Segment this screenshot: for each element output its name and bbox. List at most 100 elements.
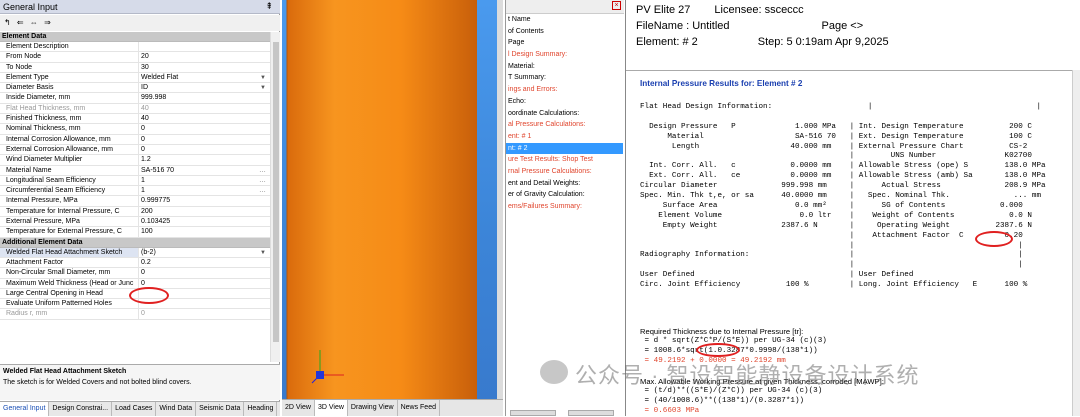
report-list-item[interactable]: ent: # 1 (506, 131, 623, 143)
tab-design-constrai[interactable]: Design Constrai... (49, 402, 113, 416)
pin-icon[interactable]: ⇞ (265, 1, 273, 12)
close-icon[interactable]: × (612, 1, 621, 10)
property-value[interactable]: 0 (139, 145, 270, 154)
property-value[interactable]: 30 (139, 63, 270, 72)
property-row[interactable]: Circumferential Seam Efficiency 1… (0, 186, 270, 197)
browse-icon[interactable]: … (259, 186, 266, 195)
property-label: Radius r, mm (0, 309, 139, 319)
property-row[interactable]: Element Type Welded Flat ▼ (0, 72, 270, 84)
property-row[interactable]: Internal Pressure, MPa 0.999775 (0, 196, 270, 207)
property-value[interactable]: 0.2 (139, 258, 270, 267)
property-value[interactable]: 200 (139, 207, 270, 216)
element-nav-toolbar[interactable]: ↰ ⇐ ⇔ ⇒ (0, 15, 280, 31)
report-scrollbar[interactable] (1072, 70, 1080, 416)
property-value-text: 40 (141, 115, 149, 123)
browse-icon[interactable]: … (259, 176, 266, 185)
tree-button-right[interactable] (568, 410, 614, 416)
property-value[interactable]: (b-2) ▼ (139, 248, 270, 257)
report-list-item[interactable]: ent and Detail Weights: (506, 178, 623, 190)
property-row[interactable]: Welded Flat Head Attachment Sketch (b-2) ▼ (0, 247, 270, 258)
report-list-item[interactable]: nt: # 2 (506, 142, 623, 155)
property-row[interactable]: Flat Head Thickness, mm 40 (0, 103, 270, 115)
property-value[interactable]: ID ▼ (139, 83, 270, 92)
property-value[interactable]: Welded Flat ▼ (139, 73, 270, 82)
browse-icon[interactable]: … (259, 166, 266, 175)
property-value[interactable]: 40 (139, 114, 270, 123)
report-list-item[interactable]: rnal Pressure Calculations: (506, 166, 623, 178)
report-list-item[interactable]: Echo: (506, 96, 623, 108)
property-row[interactable]: Attachment Factor 0.2 (0, 257, 270, 269)
report-list-item[interactable]: oordinate Calculations: (506, 108, 623, 120)
dropdown-arrow-icon[interactable]: ▼ (260, 73, 266, 82)
view-scrollbar[interactable] (497, 0, 503, 399)
property-value[interactable]: 1… (139, 176, 270, 185)
tab-seismic-data[interactable]: Seismic Data (196, 402, 245, 416)
report-list-item[interactable]: ure Test Results: Shop Test (506, 154, 623, 166)
property-value[interactable]: 0 (139, 309, 270, 318)
property-row[interactable]: Finished Thickness, mm 40 (0, 114, 270, 125)
property-row[interactable]: Diameter Basis ID ▼ (0, 83, 270, 94)
property-value[interactable]: 100 (139, 227, 270, 236)
property-value[interactable]: 0 (139, 124, 270, 133)
property-row[interactable]: Maximum Weld Thickness (Head or Junc 0 (0, 278, 270, 289)
property-row[interactable]: External Corrosion Allowance, mm 0 (0, 144, 270, 156)
property-row[interactable]: Non-Circular Small Diameter, mm 0 (0, 268, 270, 279)
property-value[interactable]: 0.999775 (139, 196, 270, 205)
report-list-item[interactable]: al Pressure Calculations: (506, 119, 623, 131)
property-value[interactable] (139, 42, 270, 51)
tree-header: × (506, 0, 624, 14)
property-row[interactable]: Internal Corrosion Allowance, mm 0 (0, 134, 270, 145)
property-value[interactable]: 20 (139, 52, 270, 61)
report-list-item[interactable]: Material: (506, 61, 623, 73)
report-list-item[interactable]: t Name (506, 14, 623, 26)
property-row[interactable]: Radius r, mm 0 (0, 309, 270, 320)
tab-load-cases[interactable]: Load Cases (112, 402, 157, 416)
property-row[interactable]: From Node 20 (0, 52, 270, 63)
property-row[interactable]: Element Description (0, 42, 270, 53)
tab-drawing-view[interactable]: Drawing View (348, 400, 398, 416)
property-value[interactable]: 0 (139, 268, 270, 277)
tab-general-input[interactable]: General Input (0, 402, 50, 416)
property-value[interactable]: 1… (139, 186, 270, 195)
property-row[interactable]: Wind Diameter Multiplier 1.2 (0, 155, 270, 166)
property-value[interactable]: 0.103425 (139, 217, 270, 226)
scroll-thumb[interactable] (273, 42, 279, 342)
property-value-text: 100 (141, 228, 153, 236)
report-list-item[interactable]: ings and Errors: (506, 84, 623, 96)
property-value[interactable]: 1.2 (139, 155, 270, 164)
property-value[interactable]: 999.998 (139, 93, 270, 102)
app-name: PV Elite 27 (636, 4, 691, 16)
dropdown-arrow-icon[interactable]: ▼ (260, 83, 266, 92)
section-header[interactable]: Element Data (0, 32, 270, 42)
property-row[interactable]: Temperature for External Pressure, C 100 (0, 227, 270, 238)
tree-button-left[interactable] (510, 410, 556, 416)
property-grid-scrollbar[interactable] (270, 32, 280, 362)
report-list-item[interactable]: l Design Summary: (506, 49, 623, 61)
section-header[interactable]: Additional Element Data (0, 237, 270, 248)
property-row[interactable]: Longitudinal Seam Efficiency 1… (0, 175, 270, 187)
tab-2d-view[interactable]: 2D View (282, 400, 315, 416)
view-tabs: 2D View 3D View Drawing View News Feed (282, 399, 503, 416)
report-list-item[interactable]: of Contents (506, 26, 623, 38)
property-row[interactable]: Temperature for Internal Pressure, C 200 (0, 206, 270, 218)
tab-3d-view[interactable]: 3D View (314, 400, 348, 416)
dropdown-arrow-icon[interactable]: ▼ (260, 248, 266, 257)
property-row[interactable]: Inside Diameter, mm 999.998 (0, 93, 270, 104)
property-row[interactable]: To Node 30 (0, 62, 270, 73)
report-list-item[interactable]: ems/Failures Summary: (506, 201, 623, 213)
property-value[interactable]: 40 (139, 104, 270, 113)
property-row[interactable]: External Pressure, MPa 0.103425 (0, 217, 270, 228)
cylinder-shell (287, 0, 477, 399)
report-list-item[interactable]: er of Gravity Calculation: (506, 189, 623, 201)
property-row[interactable]: Nominal Thickness, mm 0 (0, 124, 270, 135)
report-list-item[interactable]: T Summary: (506, 72, 623, 84)
tab-news-feed[interactable]: News Feed (398, 400, 440, 416)
property-value[interactable]: 0 (139, 135, 270, 144)
property-row[interactable]: Material Name SA-516 70… (0, 165, 270, 176)
report-list-item[interactable]: Page (506, 37, 623, 49)
3d-view-canvas[interactable] (282, 0, 503, 416)
tab-wind-data[interactable]: Wind Data (156, 402, 197, 416)
property-value[interactable]: SA-516 70… (139, 166, 270, 175)
property-value[interactable]: 0 (139, 279, 270, 288)
tab-heading[interactable]: Heading (244, 402, 278, 416)
